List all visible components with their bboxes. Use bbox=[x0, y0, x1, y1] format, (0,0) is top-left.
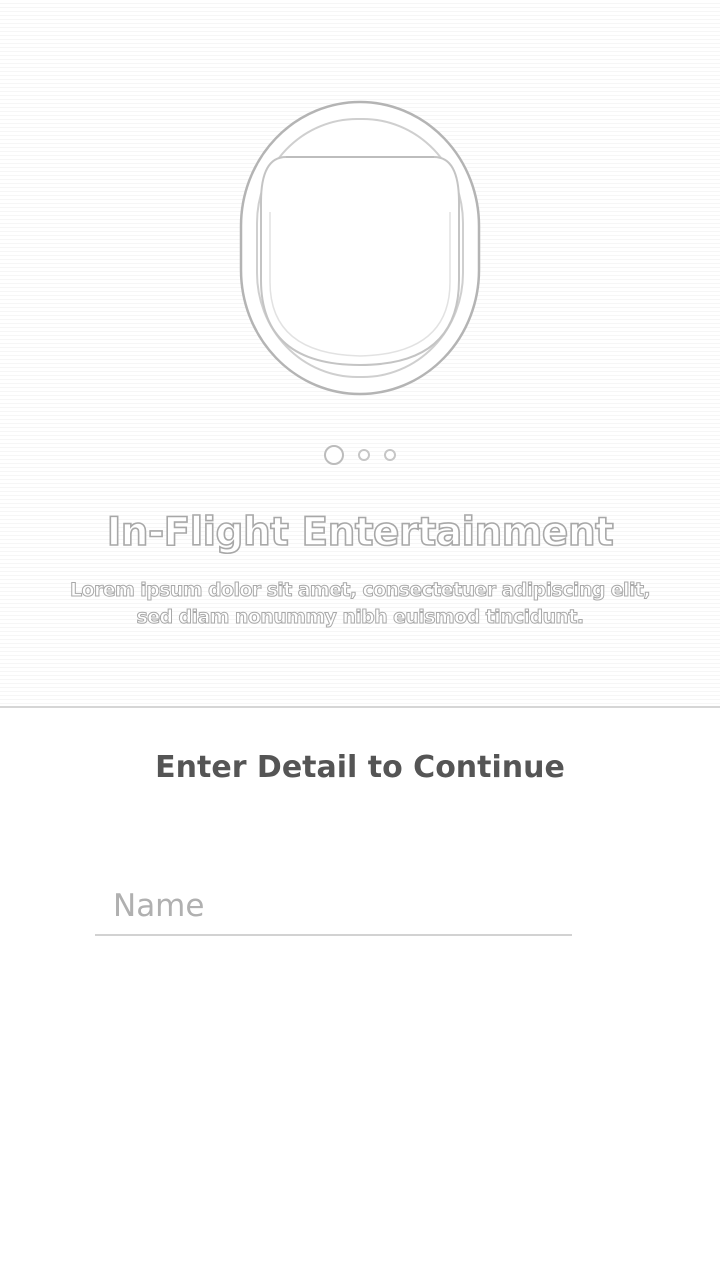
onboarding-title: In-Flight Entertainment bbox=[106, 509, 615, 556]
page-dot[interactable] bbox=[358, 449, 370, 461]
airplane-window-icon bbox=[230, 92, 490, 404]
onboarding-screen: In-Flight Entertainment Lorem ipsum dolo… bbox=[0, 0, 720, 1280]
onboarding-description: Lorem ipsum dolor sit amet, consectetuer… bbox=[70, 579, 652, 629]
page-dot[interactable] bbox=[384, 449, 396, 461]
page-dot-active[interactable] bbox=[324, 445, 344, 465]
name-input[interactable] bbox=[95, 878, 572, 936]
page-indicator bbox=[0, 444, 720, 466]
onboarding-carousel[interactable]: In-Flight Entertainment Lorem ipsum dolo… bbox=[0, 0, 720, 708]
form-heading: Enter Detail to Continue bbox=[155, 750, 565, 785]
